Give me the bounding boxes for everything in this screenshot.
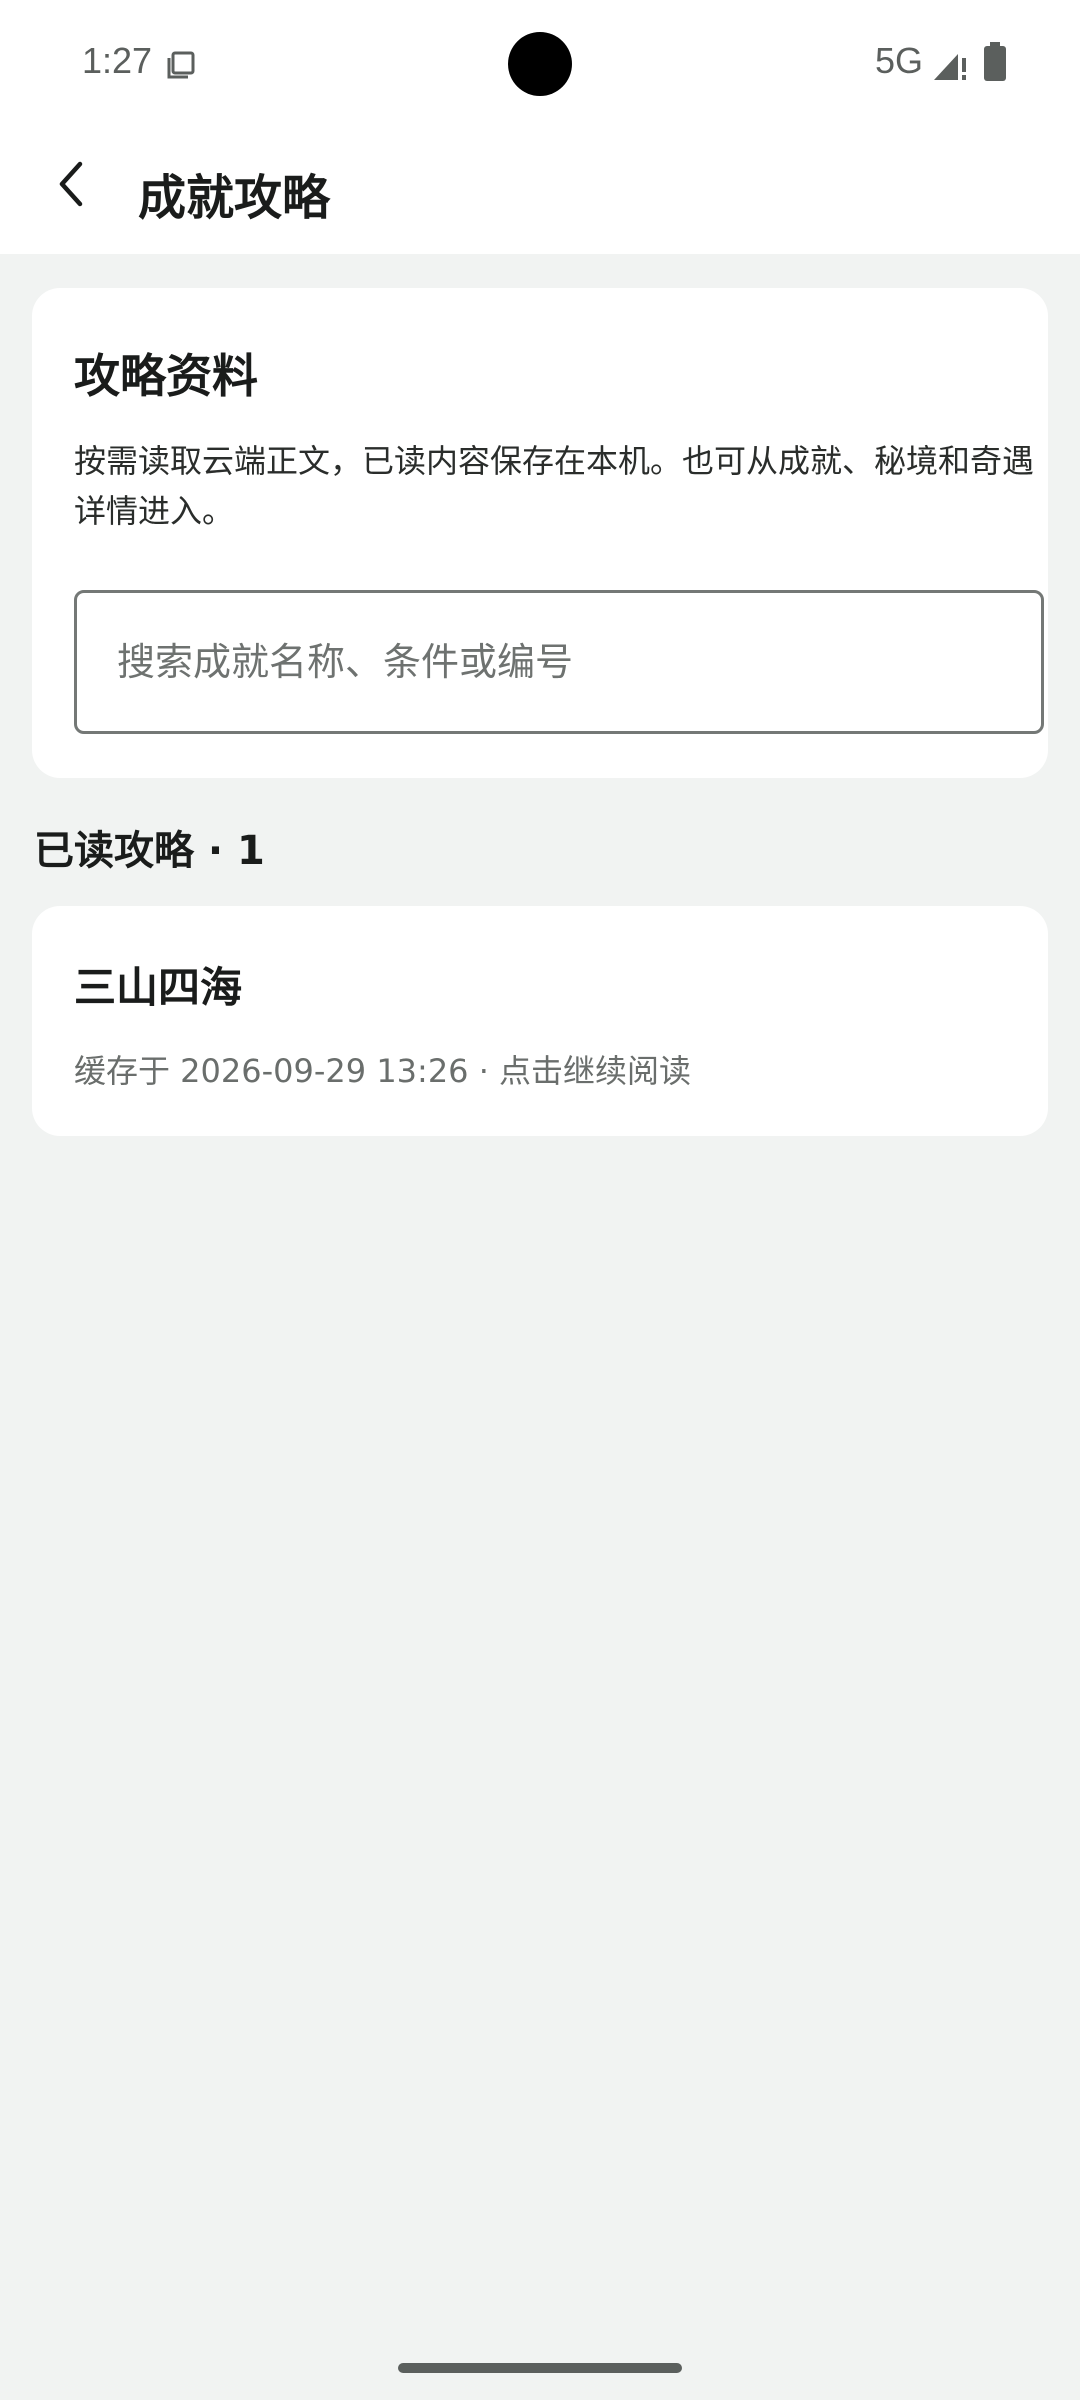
status-bar: 1:27 5G [0,0,1080,128]
page-title: 成就攻略 [138,170,331,226]
card-heading: 攻略资料 [74,349,258,403]
card-description: 按需读取云端正文，已读内容保存在本机。也可从成就、秘境和奇遇详情进入。 [74,442,1035,530]
guide-info-card: 攻略资料 按需读取云端正文，已读内容保存在本机。也可从成就、秘境和奇遇详情进入。 [32,288,1048,778]
battery-icon [982,42,1008,82]
search-input[interactable] [74,590,1044,734]
home-indicator[interactable] [398,2363,682,2373]
read-section-title: 已读攻略 · 1 [34,828,265,874]
list-item[interactable]: 三山四海 缓存于 2026-09-29 13:26 · 点击继续阅读 [32,906,1048,1136]
arrow-back-icon [59,161,83,207]
signal-icon [932,46,968,82]
app-bar: 成就攻略 [0,128,1080,254]
camera-cutout [508,32,572,96]
status-time: 1:27 [82,40,153,81]
list-item-meta: 缓存于 2026-09-29 13:26 · 点击继续阅读 [74,1052,692,1090]
list-item-title: 三山四海 [74,963,243,1012]
back-button[interactable] [40,152,104,216]
network-type: 5G [875,40,924,81]
screen-record-icon [166,50,196,80]
